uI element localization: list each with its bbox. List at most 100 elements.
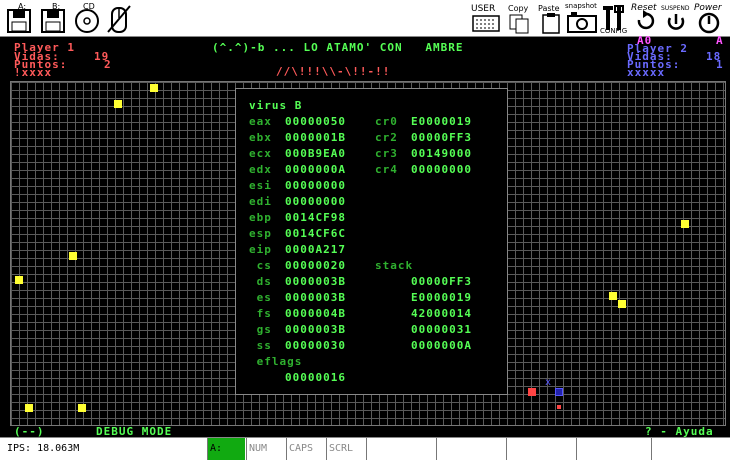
eflags-value: 00000016 (285, 371, 346, 384)
seg-ds-value: 0000003B (285, 275, 346, 288)
player2-points: 1 (716, 58, 724, 71)
copy-button[interactable]: Copy (505, 2, 535, 34)
suspend-button[interactable]: SUSPEND (661, 2, 691, 34)
floppy-b-label: B: (52, 2, 61, 11)
virus-cell (609, 292, 617, 300)
drive-a-indicator: A: (207, 438, 245, 460)
status-bar: IPS: 18.063M A: NUM CAPS SCRL (0, 437, 730, 461)
reg-cr2-name: cr2 (375, 131, 398, 144)
seg-ss-value: 00000030 (285, 339, 346, 352)
mouse-icon (107, 5, 131, 33)
stack-label: stack (375, 259, 414, 272)
seg-es-value: 0000003B (285, 291, 346, 304)
reg-cr3-name: cr3 (375, 147, 398, 160)
reg-eip-value: 0000A217 (285, 243, 346, 256)
floppy-a-label: A: (18, 2, 27, 11)
eflags-label: eflags (249, 355, 303, 368)
reg-cr4-name: cr4 (375, 163, 398, 176)
virus-cell (681, 220, 689, 228)
player2-tag2: A (716, 34, 724, 47)
reg-cr4-value: 00000000 (411, 163, 472, 176)
reg-edx-value: 0000000A (285, 163, 346, 176)
reg-eip-name: eip (249, 243, 272, 256)
reg-ebp-name: ebp (249, 211, 272, 224)
stack-entry: E0000019 (411, 291, 472, 304)
reg-edi-value: 00000000 (285, 195, 346, 208)
reg-ebx-name: ebx (249, 131, 272, 144)
reg-ebp-value: 0014CF98 (285, 211, 346, 224)
snapshot-label: snapshot (565, 2, 597, 10)
seg-fs-name: fs (249, 307, 272, 320)
virus-cell (25, 404, 33, 412)
reg-esi-name: esi (249, 179, 272, 192)
player2-cursor (555, 388, 563, 396)
paste-label: Paste (538, 4, 560, 13)
reg-edx-name: edx (249, 163, 272, 176)
help-hint: ? - Ayuda (645, 425, 714, 438)
reset-label: Reset (631, 3, 657, 13)
reg-cr3-value: 00149000 (411, 147, 472, 160)
seg-gs-name: gs (249, 323, 272, 336)
game-title: (^.^)-b ... LO ATAMO' CON AMBRE (212, 41, 464, 54)
reset-button[interactable]: Reset (630, 2, 660, 34)
reg-esp-name: esp (249, 227, 272, 240)
virus-cell (69, 252, 77, 260)
player1-cursor (528, 388, 536, 396)
emulator-toolbar: A: B: CD USER Copy Paste snapshot CONFIG… (0, 0, 730, 37)
virus-cell (618, 300, 626, 308)
status-slot (366, 438, 436, 460)
stack-entry: 42000014 (411, 307, 472, 320)
status-slot (651, 438, 730, 460)
reg-ecx-name: ecx (249, 147, 272, 160)
debug-title: virus B (249, 99, 303, 112)
seg-ds-name: ds (249, 275, 272, 288)
floppy-a-button[interactable]: A: (4, 2, 34, 34)
small-red-dot (557, 405, 561, 409)
seg-fs-value: 0000004B (285, 307, 346, 320)
reg-esi-value: 00000000 (285, 179, 346, 192)
power-label: Power (694, 3, 722, 13)
floppy-b-button[interactable]: B: (38, 2, 68, 34)
ips-readout: IPS: 18.063M (7, 443, 80, 454)
cdrom-label: CD (83, 2, 95, 11)
status-slot (506, 438, 576, 460)
reg-ebx-value: 0000001B (285, 131, 346, 144)
virus-cell (78, 404, 86, 412)
reg-esp-value: 0014CF6C (285, 227, 346, 240)
stack-entry: 00000FF3 (411, 275, 472, 288)
status-slot (576, 438, 651, 460)
mouse-capture-button[interactable] (104, 2, 134, 34)
virus-cell (114, 100, 122, 108)
stack-entry: 00000031 (411, 323, 472, 336)
num-lock-indicator: NUM (246, 438, 286, 460)
caps-lock-indicator: CAPS (286, 438, 326, 460)
user-label: USER (471, 4, 496, 14)
config-button[interactable]: CONFIG (600, 2, 628, 35)
config-label: CONFIG (600, 27, 628, 35)
reg-ecx-value: 000B9EA0 (285, 147, 346, 160)
user-button[interactable]: USER (470, 2, 502, 34)
footer-left: (--) (14, 425, 45, 438)
player1-points: 2 (104, 58, 112, 71)
reg-cr2-value: 00000FF3 (411, 131, 472, 144)
player1-bar: !xxxx (14, 66, 53, 79)
virus-cell (15, 276, 23, 284)
cdrom-button[interactable]: CD (72, 2, 102, 34)
reg-cr0-value: E0000019 (411, 115, 472, 128)
reg-eax-name: eax (249, 115, 272, 128)
status-slot (436, 438, 506, 460)
player2-bar: xxxxx (627, 66, 666, 79)
suspend-label: SUSPEND (661, 5, 690, 12)
stack-entry: 0000000A (411, 339, 472, 352)
seg-es-name: es (249, 291, 272, 304)
debug-mode-label: DEBUG MODE (96, 425, 173, 438)
reg-eax-value: 00000050 (285, 115, 346, 128)
snapshot-button[interactable]: snapshot (565, 2, 599, 34)
seg-ss-name: ss (249, 339, 272, 352)
power-button[interactable]: Power (694, 2, 726, 34)
debug-panel: virus B eax 00000050 ebx 0000001B ecx 00… (235, 88, 508, 395)
copy-label: Copy (508, 4, 529, 13)
paste-button[interactable]: Paste (537, 2, 565, 34)
player2-marker-x: x (545, 377, 552, 388)
seg-cs-name: cs (249, 259, 272, 272)
